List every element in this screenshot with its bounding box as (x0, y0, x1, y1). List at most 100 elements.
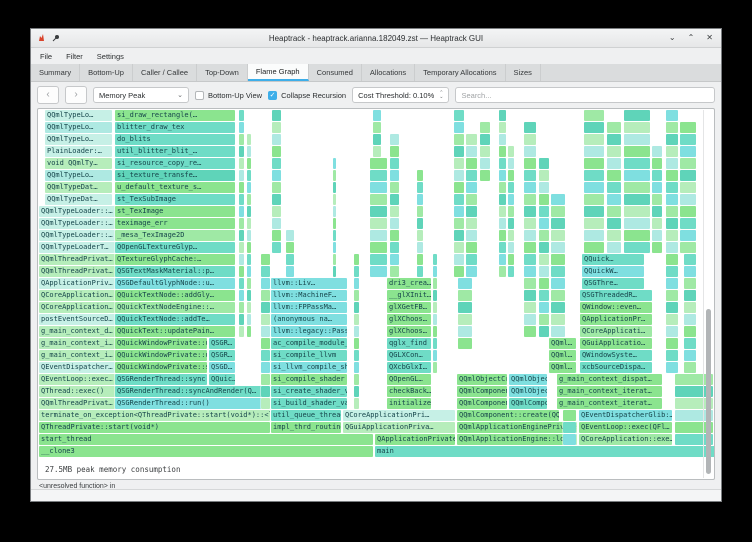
flame-segment[interactable] (480, 170, 490, 181)
flame-segment[interactable] (539, 182, 549, 193)
flame-segment[interactable] (239, 206, 244, 217)
flame-segment[interactable]: QQuickTextNode::addTe… (115, 314, 235, 325)
flame-segment[interactable] (480, 122, 490, 133)
tab-summary[interactable]: Summary (31, 64, 80, 81)
tab-flame-graph[interactable]: Flame Graph (248, 64, 309, 81)
flame-segment[interactable]: main (375, 446, 715, 457)
flame-segment[interactable] (370, 182, 387, 193)
flame-segment[interactable] (239, 278, 244, 289)
flame-segment[interactable] (539, 170, 549, 181)
flame-segment[interactable] (239, 326, 244, 337)
flame-segment[interactable] (239, 110, 244, 121)
flame-segment[interactable]: QQmlObject… (509, 374, 547, 385)
flame-segment[interactable] (333, 170, 336, 181)
flame-segment[interactable] (261, 326, 270, 337)
flame-segment[interactable] (524, 278, 536, 289)
flame-segment[interactable] (684, 254, 696, 265)
flame-segment[interactable] (354, 386, 359, 397)
flame-segment[interactable] (680, 230, 696, 241)
flame-segment[interactable]: si_create_shader_var (271, 386, 347, 397)
flame-segment[interactable]: st_TexImage (115, 206, 235, 217)
flame-segment[interactable]: QQmlTypeLo… (45, 170, 112, 181)
flame-segment[interactable] (666, 158, 678, 169)
flame-segment[interactable] (286, 242, 294, 253)
flame-segment[interactable] (584, 194, 604, 205)
flame-segment[interactable] (466, 218, 477, 229)
flame-segment[interactable] (417, 266, 423, 277)
flame-segment[interactable] (354, 314, 359, 325)
flame-segment[interactable] (508, 158, 514, 169)
flame-segment[interactable] (666, 122, 678, 133)
flame-segment[interactable]: QSGD… (209, 362, 235, 373)
flame-segment[interactable] (247, 254, 251, 265)
flame-segment[interactable] (584, 230, 604, 241)
flame-segment[interactable]: g_main_context_dispat… (557, 374, 662, 385)
flame-segment[interactable] (354, 362, 359, 373)
flame-segment[interactable] (563, 410, 576, 421)
flame-segment[interactable] (247, 278, 251, 289)
flame-segment[interactable] (247, 302, 251, 313)
flame-segment[interactable]: g_main_context_d… (39, 326, 115, 337)
flame-segment[interactable] (624, 110, 650, 121)
flame-segment[interactable] (684, 266, 696, 277)
flame-segment[interactable] (680, 218, 696, 229)
flame-segment[interactable]: si_resource_copy_re… (115, 158, 235, 169)
flame-segment[interactable] (666, 134, 678, 145)
flame-segment[interactable] (607, 218, 621, 229)
flame-segment[interactable] (499, 182, 506, 193)
menu-file[interactable]: File (40, 52, 52, 61)
flame-segment[interactable]: QWindow::even… (580, 302, 652, 313)
flame-segment[interactable]: QEventLoop::exec(QFl… (579, 422, 672, 433)
flame-segment[interactable] (433, 338, 437, 349)
flame-segment[interactable]: si_build_shader_varian (271, 398, 347, 409)
flame-segment[interactable]: QQmlTypeDat… (45, 194, 112, 205)
flame-segment[interactable] (666, 314, 678, 325)
flame-segment[interactable] (524, 158, 536, 169)
flame-segment[interactable] (433, 290, 437, 301)
flame-segment[interactable] (333, 242, 336, 253)
flame-segment[interactable] (354, 266, 359, 277)
flame-segment[interactable] (286, 230, 294, 241)
flame-segment[interactable] (508, 182, 514, 193)
flame-segment[interactable] (239, 182, 244, 193)
flame-segment[interactable] (680, 170, 696, 181)
flame-segment[interactable]: QQmlTypeLo… (45, 122, 112, 133)
flame-segment[interactable] (239, 302, 244, 313)
window-control-button[interactable]: ⌄ (669, 30, 676, 46)
flame-segment[interactable] (247, 134, 251, 145)
flame-segment[interactable] (684, 326, 696, 337)
flame-segment[interactable] (499, 266, 506, 277)
flame-segment[interactable] (499, 206, 506, 217)
flame-segment[interactable] (680, 242, 696, 253)
flame-segment[interactable] (433, 266, 437, 277)
flame-segment[interactable] (499, 242, 506, 253)
flame-segment[interactable]: u_default_texture_s… (115, 182, 235, 193)
flame-segment[interactable] (239, 194, 244, 205)
flame-segment[interactable] (508, 218, 514, 229)
flame-segment[interactable] (272, 182, 281, 193)
tab-allocations[interactable]: Allocations (362, 64, 415, 81)
flame-segment[interactable] (239, 170, 244, 181)
flame-segment[interactable] (458, 302, 472, 313)
flame-segment[interactable] (539, 218, 549, 229)
flame-segment[interactable]: QQuickTextNode::addGly… (115, 290, 235, 301)
flame-segment[interactable] (508, 242, 514, 253)
flame-segment[interactable] (666, 170, 678, 181)
flame-segment[interactable] (239, 290, 244, 301)
flame-segment[interactable] (508, 194, 514, 205)
flame-segment[interactable] (466, 242, 477, 253)
flame-segment[interactable] (454, 122, 464, 133)
flame-segment[interactable] (354, 350, 359, 361)
flame-segment[interactable] (433, 278, 437, 289)
flame-segment[interactable] (466, 182, 477, 193)
flame-segment[interactable]: QWindowSyste… (580, 350, 652, 361)
flame-segment[interactable]: QQml… (549, 338, 576, 349)
flame-segment[interactable] (247, 146, 251, 157)
back-button[interactable]: ‹ (37, 86, 59, 104)
flame-segment[interactable] (373, 122, 381, 133)
flame-segment[interactable] (272, 158, 281, 169)
flame-segment[interactable] (354, 302, 359, 313)
flame-segment[interactable]: xcbSourceDispa… (580, 362, 652, 373)
flame-segment[interactable] (272, 134, 281, 145)
flame-segment[interactable]: QQuick… (582, 254, 644, 265)
